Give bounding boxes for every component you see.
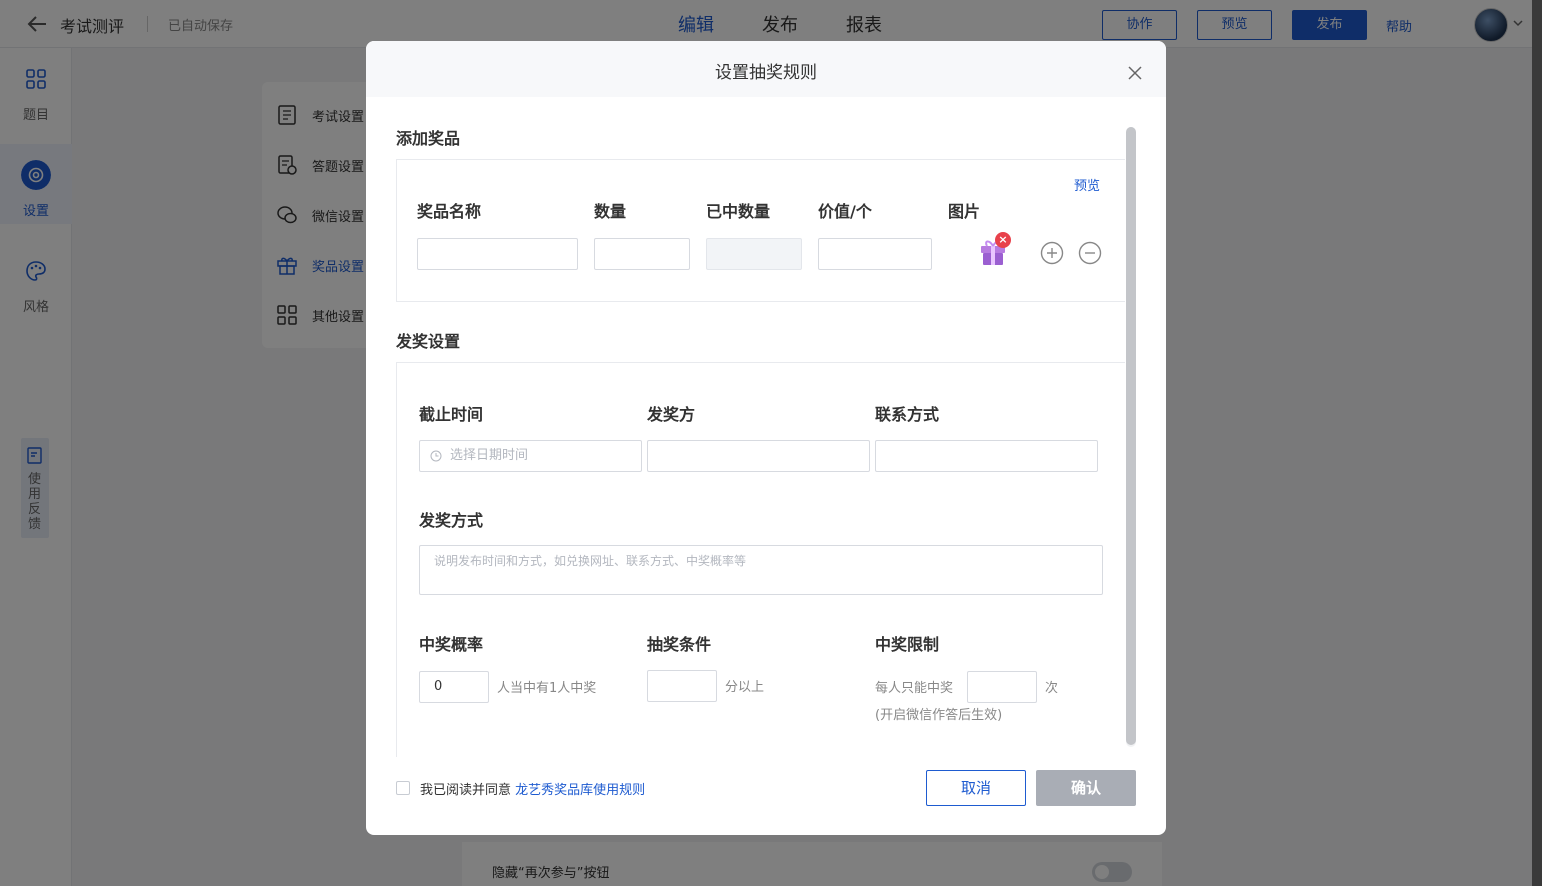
award-settings-panel: 截止时间 发奖方 联系方式 选择日期时间 发奖方式 说明发布时间和方式，如兑换网…: [396, 362, 1125, 757]
dialog-title: 设置抽奖规则: [715, 63, 817, 83]
dialog-scrollbar[interactable]: [1126, 127, 1136, 745]
condition-label: 抽奖条件: [647, 635, 712, 654]
agree-text: 我已阅读并同意 龙艺秀奖品库使用规则: [420, 779, 645, 798]
remove-image-icon[interactable]: ×: [995, 232, 1011, 248]
award-settings-title: 发奖设置: [396, 332, 461, 351]
add-prize-panel: 预览 奖品名称 数量 已中数量 价值/个 图片 ×: [396, 159, 1125, 302]
confirm-button[interactable]: 确认: [1036, 770, 1136, 806]
prize-value-input[interactable]: [818, 238, 932, 270]
issuer-input[interactable]: [647, 440, 870, 472]
limit-prefix: 每人只能中奖: [875, 681, 954, 696]
contact-input[interactable]: [875, 440, 1098, 472]
condition-score-input[interactable]: [647, 670, 717, 702]
col-quantity: 数量: [594, 202, 627, 221]
agree-checkbox[interactable]: [396, 781, 410, 795]
prize-quantity-input[interactable]: [594, 238, 690, 270]
cancel-button[interactable]: 取消: [926, 770, 1026, 806]
probability-suffix: 人当中有1人中奖: [497, 681, 597, 696]
minus-circle-icon[interactable]: [1078, 241, 1102, 265]
close-icon[interactable]: [1128, 66, 1142, 80]
prize-preview-link[interactable]: 预览: [1074, 175, 1100, 194]
award-method-label: 发奖方式: [419, 511, 484, 530]
deadline-placeholder: 选择日期时间: [450, 448, 529, 463]
condition-suffix: 分以上: [725, 680, 765, 695]
award-method-textarea[interactable]: 说明发布时间和方式，如兑换网址、联系方式、中奖概率等: [419, 545, 1103, 595]
prize-name-input[interactable]: [417, 238, 578, 270]
limit-count-input[interactable]: [967, 671, 1037, 703]
agree-label: 我已阅读并同意: [420, 783, 512, 798]
col-image: 图片: [948, 202, 981, 221]
contact-label: 联系方式: [875, 405, 940, 424]
add-prize-title: 添加奖品: [396, 129, 461, 148]
limit-note: (开启微信作答后生效): [875, 708, 1003, 723]
limit-suffix: 次: [1045, 681, 1059, 696]
prize-rules-link[interactable]: 龙艺秀奖品库使用规则: [515, 783, 645, 798]
won-quantity-field: [706, 238, 802, 270]
issuer-label: 发奖方: [647, 405, 696, 424]
probability-input[interactable]: 0: [419, 671, 489, 703]
deadline-label: 截止时间: [419, 405, 484, 424]
col-prize-name: 奖品名称: [417, 202, 482, 221]
plus-circle-icon[interactable]: [1040, 241, 1064, 265]
deadline-datetime-input[interactable]: 选择日期时间: [419, 440, 642, 472]
probability-label: 中奖概率: [419, 635, 484, 654]
clock-icon: [430, 450, 442, 462]
col-value-each: 价值/个: [818, 202, 872, 221]
page-scrollbar[interactable]: [1532, 0, 1542, 886]
limit-label: 中奖限制: [875, 635, 940, 654]
dialog-header: 设置抽奖规则: [366, 41, 1166, 97]
col-won-quantity: 已中数量: [706, 202, 771, 221]
lottery-rules-dialog: 设置抽奖规则 添加奖品 预览 奖品名称 数量 已中数量 价值/个 图片 × 发奖…: [366, 41, 1166, 835]
